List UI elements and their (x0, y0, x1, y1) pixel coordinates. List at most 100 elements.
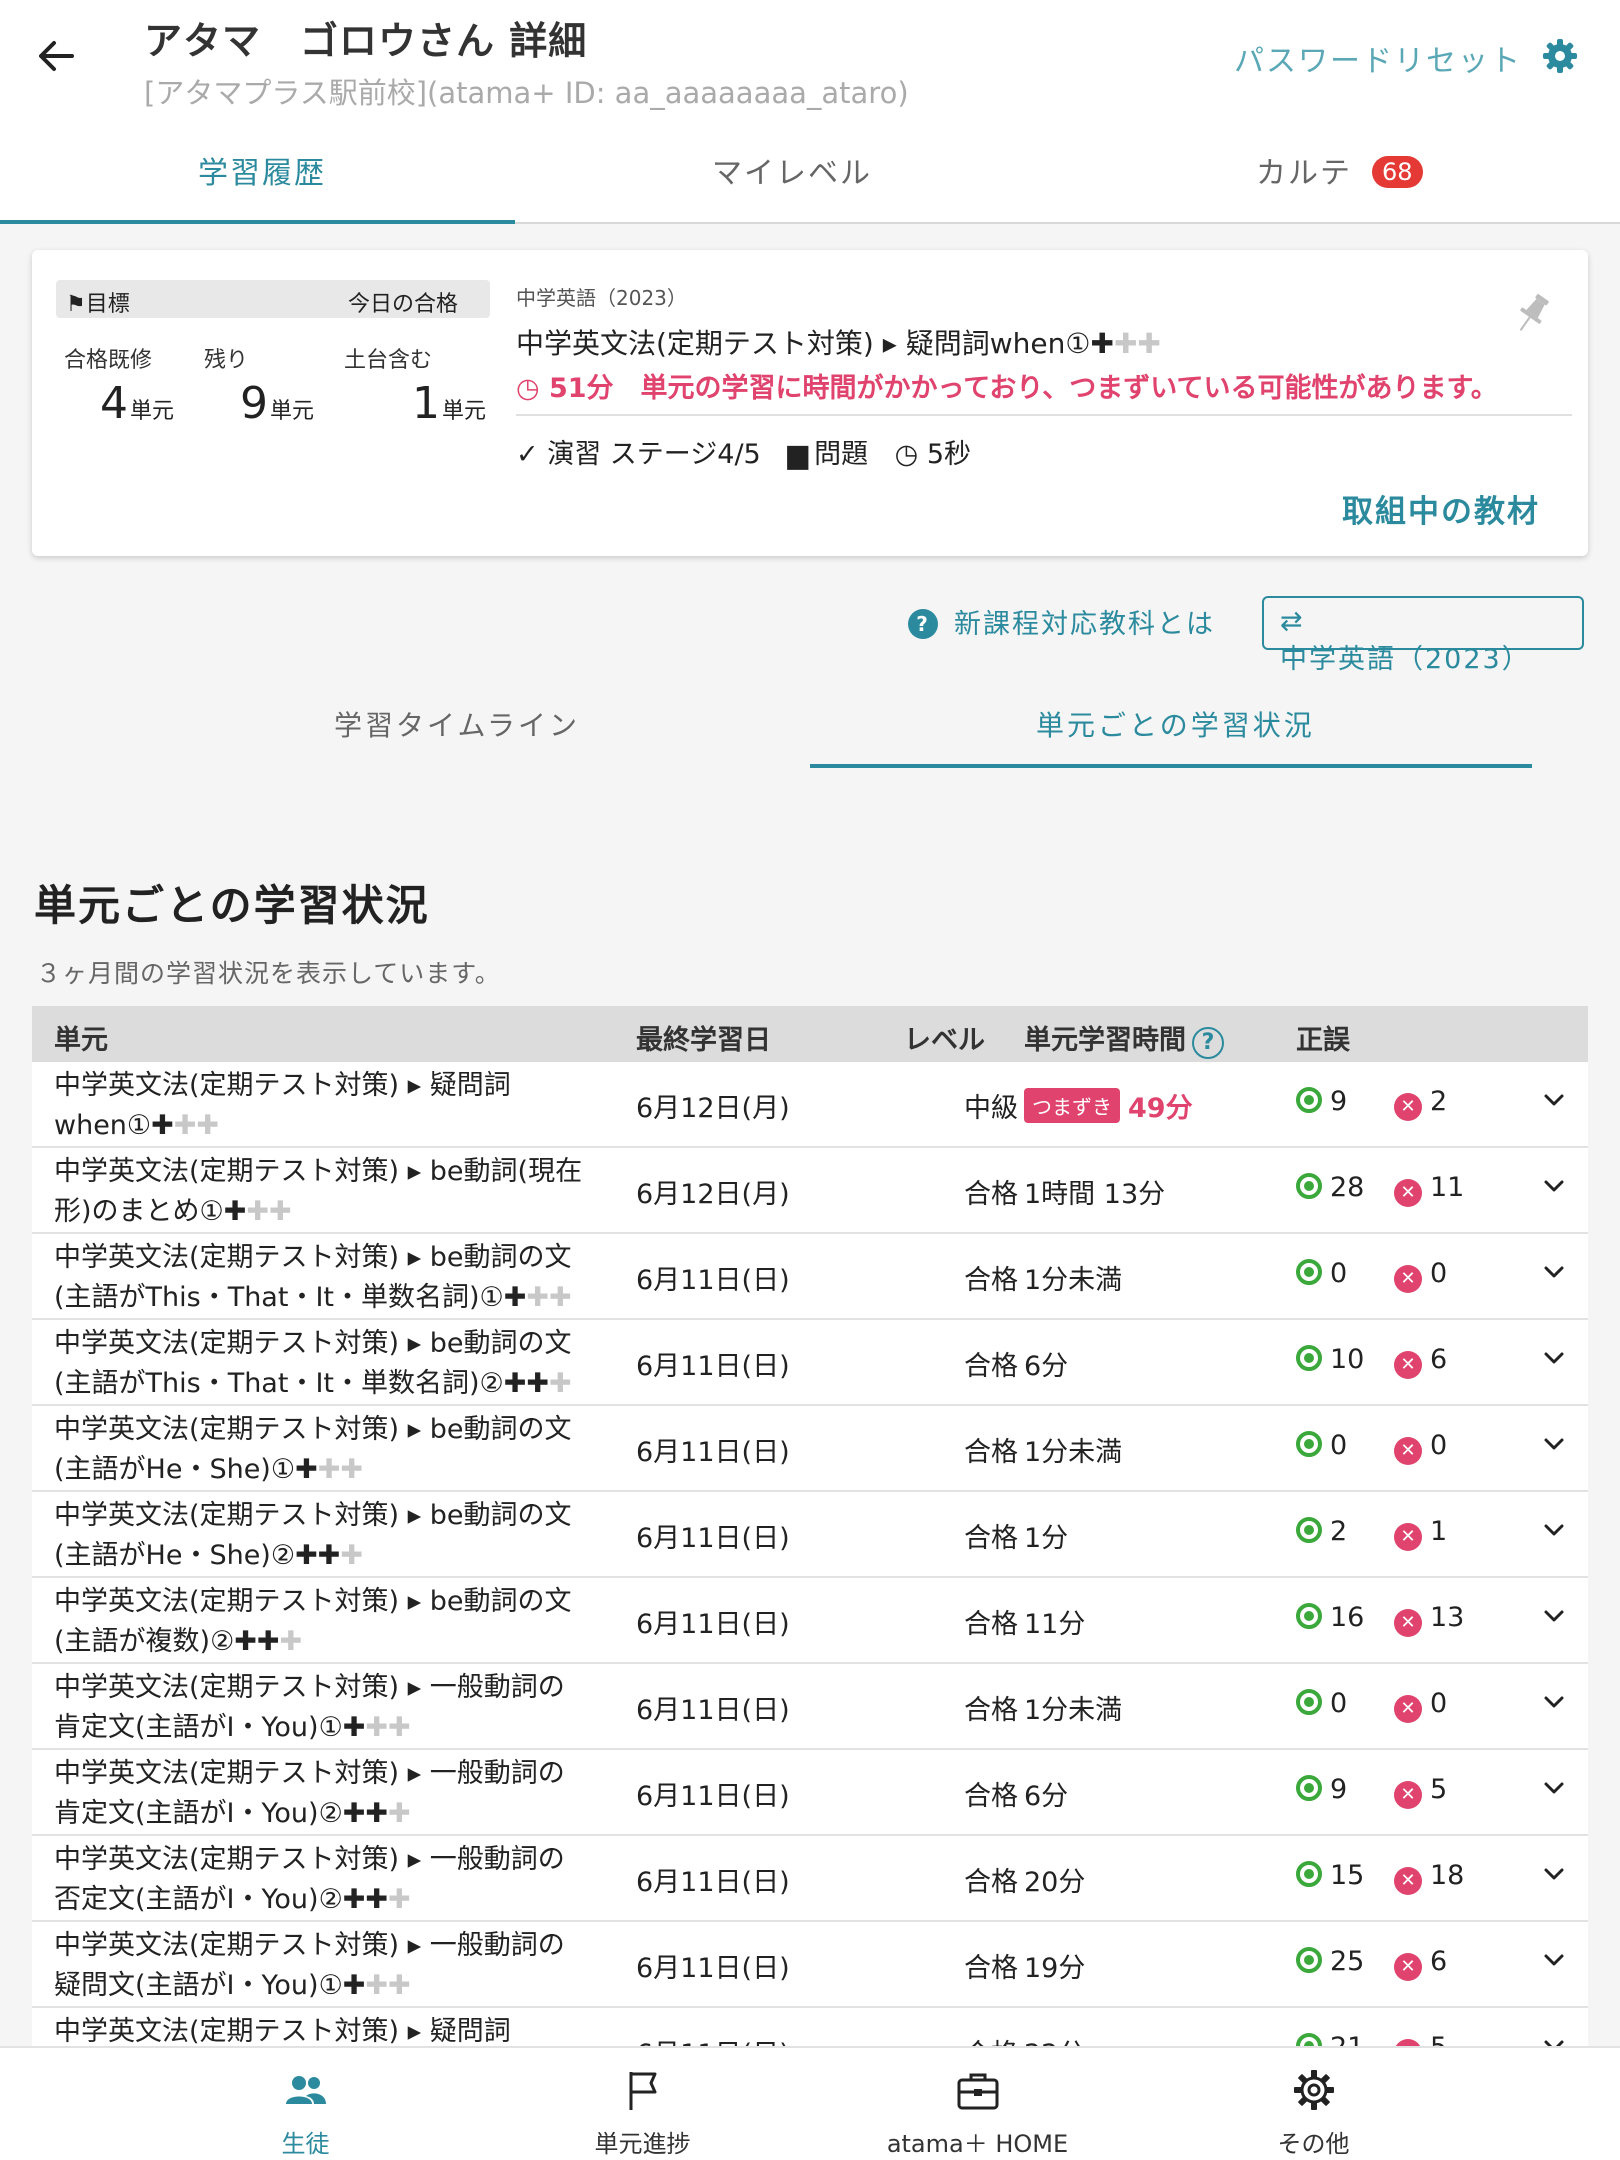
settings-gear-icon[interactable] (1540, 36, 1580, 76)
table-row[interactable]: 中学英文法(定期テスト対策) ▸ be動詞の文 (主語がThis・That・It・… (32, 1320, 1588, 1406)
correct-count: 0 (1296, 1430, 1347, 1461)
stat-label-foundation: 土台含む (344, 348, 433, 373)
wrong-icon: ✕ (1394, 1179, 1422, 1207)
table-row[interactable]: 中学英文法(定期テスト対策) ▸ be動詞の文 (主語がThis・That・It・… (32, 1234, 1588, 1320)
wrong-count: ✕ 11 (1394, 1172, 1464, 1207)
stat-label-remaining: 残り (204, 348, 249, 373)
last-study-date: 6月12日(月) (636, 1093, 790, 1124)
unit-name: 中学英文法(定期テスト対策) ▸ 疑問詞 when①✚✚✚ (54, 1070, 511, 1141)
wrong-count: ✕ 6 (1394, 1344, 1447, 1379)
stage-info: ✓ 演習 ステージ4/5 ▆ 問題 ◷ 5秒 (516, 439, 972, 470)
correct-count: 9 (1296, 1086, 1347, 1117)
correct-icon (1296, 1173, 1322, 1199)
unit-name: 中学英文法(定期テスト対策) ▸ be動詞の文 (主語がHe・She)②✚✚✚ (54, 1500, 572, 1571)
tab-karte[interactable]: カルテ 68 (1256, 148, 1423, 192)
correct-icon (1296, 1603, 1322, 1629)
last-study-date: 6月11日(日) (636, 1867, 790, 1898)
unit-name: 中学英文法(定期テスト対策) ▸ be動詞の文 (主語がThis・That・It・… (54, 1328, 572, 1399)
wrong-icon: ✕ (1394, 1695, 1422, 1723)
document-icon: ▆ (787, 439, 809, 470)
wrong-count: ✕ 2 (1394, 1086, 1447, 1121)
correct-icon (1296, 1775, 1322, 1801)
last-study-date: 6月11日(日) (636, 1523, 790, 1554)
study-time: つまずき 49分 (1024, 1086, 1193, 1125)
nav-others[interactable]: その他 (1111, 2048, 1516, 2160)
study-time: 6分 (1024, 1781, 1069, 1812)
correct-icon (1296, 1345, 1322, 1371)
correct-icon (1296, 1861, 1322, 1887)
last-study-date: 6月11日(日) (636, 1437, 790, 1468)
divider (516, 414, 1572, 416)
table-row[interactable]: 中学英文法(定期テスト対策) ▸ be動詞の文 (主語が複数)②✚✚✚ 6月11日(… (32, 1578, 1588, 1664)
unit-name: 中学英文法(定期テスト対策) ▸ 一般動詞の 否定文(主語がI・You)②✚✚✚ (54, 1844, 565, 1915)
correct-icon (1296, 1259, 1322, 1285)
tab-unit-status[interactable]: 単元ごとの学習状況 (1036, 704, 1315, 744)
wrong-count: ✕ 13 (1394, 1602, 1464, 1637)
table-row[interactable]: 中学英文法(定期テスト対策) ▸ 一般動詞の 肯定文(主語がI・You)②✚✚✚ 6… (32, 1750, 1588, 1836)
question-icon: ? (908, 609, 938, 639)
chevron-down-icon[interactable] (1540, 1946, 1568, 1974)
study-time: 11分 (1024, 1609, 1086, 1640)
unit-level: 合格 (964, 1609, 1018, 1640)
chevron-down-icon[interactable] (1540, 1086, 1568, 1114)
last-study-date: 6月11日(日) (636, 1953, 790, 1984)
tab-my-level[interactable]: マイレベル (712, 148, 872, 192)
chevron-down-icon[interactable] (1540, 1774, 1568, 1802)
back-arrow-icon[interactable] (32, 32, 80, 80)
correct-count: 0 (1296, 1688, 1347, 1719)
table-row[interactable]: 中学英文法(定期テスト対策) ▸ 疑問詞 when①✚✚✚ 6月12日(月) 中級 つま… (32, 1062, 1588, 1148)
unit-name: 中学英文法(定期テスト対策) ▸ be動詞の文 (主語がThis・That・It・… (54, 1242, 572, 1313)
unit-level: 合格 (964, 1351, 1018, 1382)
new-curriculum-help-link[interactable]: ? 新課程対応教科とは (908, 602, 1215, 641)
help-icon[interactable]: ? (1192, 1027, 1224, 1059)
chevron-down-icon[interactable] (1540, 1516, 1568, 1544)
wrong-icon: ✕ (1394, 1781, 1422, 1809)
study-time: 1分未満 (1024, 1265, 1123, 1296)
wrong-icon: ✕ (1394, 1867, 1422, 1895)
tab-learning-history[interactable]: 学習履歴 (198, 148, 326, 192)
check-icon: ✓ (516, 439, 548, 470)
last-study-date: 6月11日(日) (636, 1695, 790, 1726)
table-row[interactable]: 中学英文法(定期テスト対策) ▸ be動詞の文 (主語がHe・She)①✚✚✚ 6月… (32, 1406, 1588, 1492)
password-reset-link[interactable]: パスワードリセット (1234, 36, 1522, 80)
chevron-down-icon[interactable] (1540, 1172, 1568, 1200)
goal-pill: ⚑目標 (56, 280, 352, 318)
chevron-down-icon[interactable] (1540, 1602, 1568, 1630)
correct-count: 9 (1296, 1774, 1347, 1805)
stat-passed: 4単元 (100, 378, 175, 429)
col-last-date: 最終学習日 (636, 1025, 771, 1056)
wrong-icon: ✕ (1394, 1351, 1422, 1379)
table-row[interactable]: 中学英文法(定期テスト対策) ▸ 一般動詞の 肯定文(主語がI・You)①✚✚✚ 6… (32, 1664, 1588, 1750)
unit-level: 合格 (964, 1265, 1018, 1296)
pin-icon[interactable] (1510, 290, 1554, 338)
plus-level-icon: ✚✚✚ (342, 1798, 411, 1829)
plus-level-icon: ✚✚✚ (503, 1368, 572, 1399)
unit-name: 中学英文法(定期テスト対策) ▸ be動詞(現在 形)のまとめ①✚✚✚ (54, 1156, 583, 1227)
people-icon (285, 2076, 326, 2104)
stumble-warning: ◷ 51分 単元の学習に時間がかかっており、つまずいている可能性があります。 (516, 373, 1498, 404)
wrong-count: ✕ 0 (1394, 1688, 1447, 1723)
section-description: ３ヶ月間の学習状況を表示しています。 (36, 959, 501, 988)
correct-icon (1296, 1087, 1322, 1113)
col-unit: 単元 (54, 1025, 108, 1056)
switch-course-button[interactable]: ⇄中学英語（2023） (1262, 596, 1584, 675)
active-tab-indicator (0, 220, 515, 224)
col-level: レベル (904, 1025, 985, 1056)
unit-level: 合格 (964, 1695, 1018, 1726)
chevron-down-icon[interactable] (1540, 1430, 1568, 1458)
chevron-down-icon[interactable] (1540, 1344, 1568, 1372)
wrong-count: ✕ 6 (1394, 1946, 1447, 1981)
chevron-down-icon[interactable] (1540, 1860, 1568, 1888)
wrong-count: ✕5 (1394, 1774, 1447, 1809)
tab-learning-timeline[interactable]: 学習タイムライン (334, 704, 580, 744)
chevron-down-icon[interactable] (1540, 1258, 1568, 1286)
table-row[interactable]: 中学英文法(定期テスト対策) ▸ 一般動詞の 疑問文(主語がI・You)①✚✚✚ 6… (32, 1922, 1588, 2008)
correct-icon (1296, 1431, 1322, 1457)
table-row[interactable]: 中学英文法(定期テスト対策) ▸ be動詞(現在 形)のまとめ①✚✚✚ 6月12日(… (32, 1148, 1588, 1234)
last-study-date: 6月11日(日) (636, 1265, 790, 1296)
chevron-down-icon[interactable] (1540, 1688, 1568, 1716)
study-time: 1分 (1024, 1523, 1069, 1554)
table-row[interactable]: 中学英文法(定期テスト対策) ▸ 一般動詞の 否定文(主語がI・You)②✚✚✚ 6… (32, 1836, 1588, 1922)
in-progress-materials-link[interactable]: 取組中の教材 (1342, 486, 1540, 531)
table-row[interactable]: 中学英文法(定期テスト対策) ▸ be動詞の文 (主語がHe・She)②✚✚✚ 6月… (32, 1492, 1588, 1578)
